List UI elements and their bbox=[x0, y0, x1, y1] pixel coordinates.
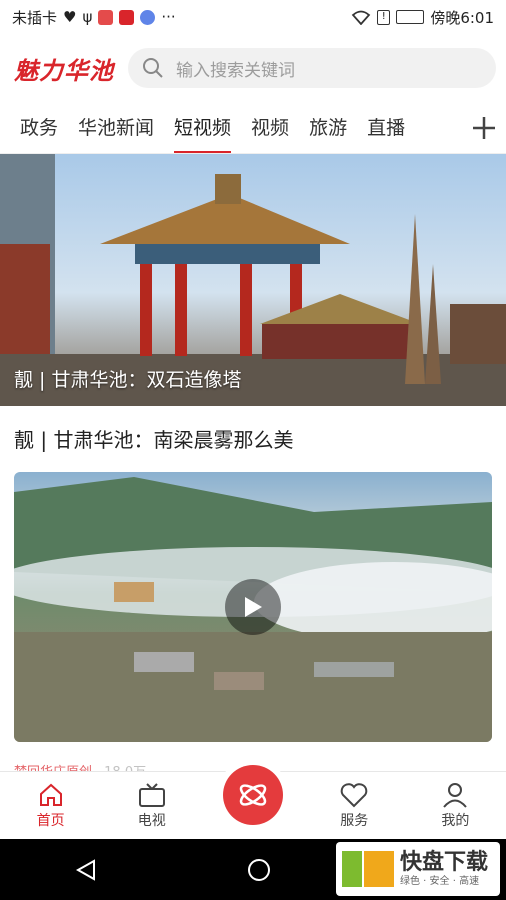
nav-tv[interactable]: 电视 bbox=[101, 772, 202, 839]
category-tabs: 政务 华池新闻 短视频 视频 旅游 直播 bbox=[0, 102, 506, 154]
carrier-text: 未插卡 bbox=[12, 8, 58, 27]
download-site-watermark: 快盘下载 绿色 · 安全 · 高速 bbox=[336, 842, 500, 896]
watermark-title: 快盘下载 bbox=[400, 850, 489, 876]
search-placeholder: 输入搜索关键词 bbox=[176, 60, 295, 81]
hero-caption: 靓 | 甘肃华池：双石造像塔 bbox=[14, 369, 242, 391]
alert-icon: ! bbox=[377, 9, 391, 25]
tab-politics[interactable]: 政务 bbox=[20, 102, 58, 153]
user-icon bbox=[443, 782, 468, 808]
tv-icon bbox=[138, 782, 165, 807]
news-app-icon bbox=[98, 9, 114, 25]
tab-short-video[interactable]: 短视频 bbox=[174, 102, 232, 153]
plus-icon bbox=[473, 117, 495, 139]
nav-tv-label: 电视 bbox=[137, 812, 166, 829]
battery-icon bbox=[396, 10, 425, 24]
wifi-icon bbox=[352, 10, 371, 25]
back-icon[interactable] bbox=[74, 858, 98, 882]
tab-local-news[interactable]: 华池新闻 bbox=[78, 102, 154, 153]
video-thumbnail[interactable] bbox=[14, 472, 492, 742]
usb-icon: ψ bbox=[82, 8, 93, 26]
add-tab-button[interactable] bbox=[462, 102, 506, 153]
tab-travel[interactable]: 旅游 bbox=[309, 102, 347, 153]
heart-icon bbox=[340, 782, 368, 807]
app-icon bbox=[119, 9, 135, 25]
kuai-logo-icon bbox=[342, 851, 394, 887]
heart-rate-icon: ♥ bbox=[63, 8, 77, 26]
home-circle-icon[interactable] bbox=[246, 857, 272, 883]
hero-carousel[interactable]: 靓 | 甘肃华池：双石造像塔 bbox=[0, 154, 506, 406]
center-action-button[interactable] bbox=[223, 764, 283, 825]
search-icon bbox=[143, 58, 163, 78]
more-notifications-icon: ··· bbox=[161, 8, 176, 26]
music-app-icon bbox=[140, 9, 156, 25]
nav-center[interactable] bbox=[202, 764, 303, 839]
play-icon bbox=[245, 597, 262, 617]
nav-mine-label: 我的 bbox=[441, 812, 470, 829]
nav-mine[interactable]: 我的 bbox=[405, 772, 506, 839]
watermark-subtitle: 绿色 · 安全 · 高速 bbox=[400, 875, 480, 887]
clock-text: 傍晚6:01 bbox=[430, 8, 494, 27]
nav-home[interactable]: 首页 bbox=[0, 772, 101, 839]
tab-live[interactable]: 直播 bbox=[367, 102, 405, 153]
tab-video[interactable]: 视频 bbox=[251, 102, 289, 153]
app-header: 魅力华池 输入搜索关键词 bbox=[0, 34, 506, 102]
search-input[interactable]: 输入搜索关键词 bbox=[128, 48, 496, 88]
home-icon bbox=[39, 783, 62, 806]
status-bar: 未插卡 ♥ ψ ··· ! 傍晚6:01 bbox=[0, 0, 506, 34]
bottom-navigation: 首页 电视 服务 我的 bbox=[0, 764, 506, 839]
article-title[interactable]: 靓 | 甘肃华池：南梁晨雾那么美 bbox=[0, 406, 506, 468]
play-button[interactable] bbox=[225, 579, 281, 635]
nav-home-label: 首页 bbox=[36, 812, 65, 829]
nav-service-label: 服务 bbox=[340, 812, 369, 829]
app-logo: 魅力华池 bbox=[14, 56, 114, 85]
center-action-icon bbox=[239, 783, 267, 806]
nav-service[interactable]: 服务 bbox=[304, 772, 405, 839]
